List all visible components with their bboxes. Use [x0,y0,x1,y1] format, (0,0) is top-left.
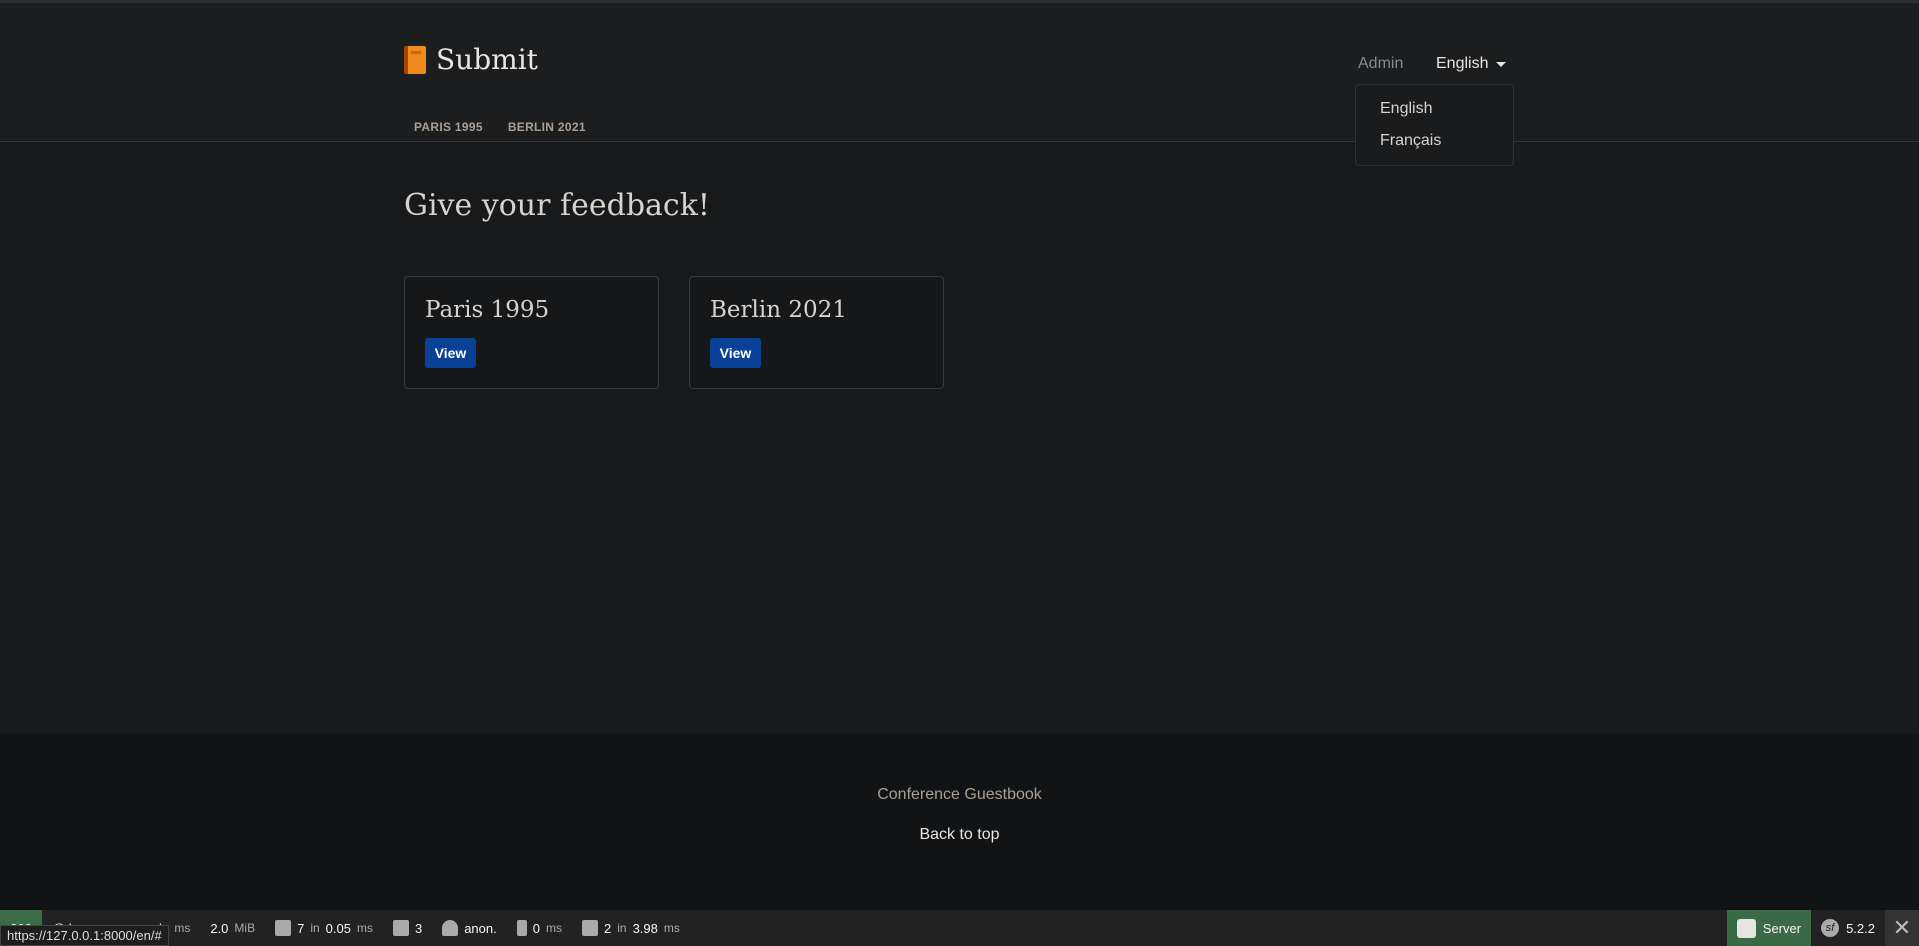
debug-toolbar: 200 @ homepage n/ams 2.0MiB 7in0.05ms 3 … [0,910,1919,946]
orange-book-icon [404,45,426,74]
symfony-logo-icon: sf [1821,919,1840,937]
translation-count: 3 [414,920,423,936]
toolbar-right: Server sf 5.2.2 ✕ [1726,910,1919,946]
memory-unit: MiB [234,921,256,935]
footer-site-name: Conference Guestbook [877,786,1042,803]
brand-link[interactable]: Submit [404,43,538,76]
translation-icon [392,920,409,936]
symfony-version-item[interactable]: sf 5.2.2 [1811,910,1885,946]
db-unit: ms [663,921,680,935]
database-item[interactable]: 2 in 3.98 ms [572,910,690,946]
translation-item[interactable]: 3 [383,910,432,946]
events-item[interactable]: 0 ms [507,910,572,946]
language-dropdown-toggle[interactable]: English [1436,55,1507,73]
server-label: Server [1762,920,1802,936]
version-label: 5.2.2 [1846,920,1875,936]
cache-unit: ms [356,921,373,935]
language-label: English [1436,55,1489,72]
conference-card: Paris 1995 View [404,276,659,389]
user-item[interactable]: anon. [432,910,507,946]
memory-value: 2.0 [210,920,229,936]
language-menu: English Français [1355,84,1514,166]
cache-in: in [310,921,320,935]
server-icon [1736,918,1756,938]
footer: Conference Guestbook Back to top [0,734,1919,910]
cache-count: 7 [297,920,305,936]
page-title: Give your feedback! [404,188,710,223]
events-time: 0 [532,920,540,936]
cache-item[interactable]: 7 in 0.05 ms [265,910,383,946]
language-option-french[interactable]: Français [1356,130,1513,162]
conference-nav: PARIS 1995 BERLIN 2021 [414,120,586,134]
admin-link[interactable]: Admin [1358,55,1403,73]
time-unit: ms [174,921,191,935]
language-option-english[interactable]: English [1356,98,1513,130]
nav-berlin-2021[interactable]: BERLIN 2021 [508,120,586,134]
view-button[interactable]: View [425,338,476,368]
memory-item[interactable]: 2.0 MiB [200,910,265,946]
view-button[interactable]: View [710,338,761,368]
brand-title: Submit [436,43,538,76]
db-count: 2 [603,920,612,936]
user-value: anon. [464,920,497,936]
url-status-tooltip: https://127.0.0.1:8000/en/# [0,925,169,946]
database-icon [581,920,598,936]
events-arrow-icon [516,920,527,936]
card-title: Paris 1995 [425,297,550,323]
card-title: Berlin 2021 [710,297,847,323]
user-icon [442,920,459,936]
db-in: in [617,921,627,935]
cache-time: 0.05 [325,920,351,936]
nav-paris-1995[interactable]: PARIS 1995 [414,120,483,134]
server-item[interactable]: Server [1726,910,1812,946]
close-toolbar-icon[interactable]: ✕ [1885,910,1919,946]
conference-card: Berlin 2021 View [689,276,944,389]
db-time: 3.98 [632,920,658,936]
header: Submit PARIS 1995 BERLIN 2021 Admin Engl… [0,3,1919,142]
caret-down-icon [1496,61,1507,67]
back-to-top-link[interactable]: Back to top [0,826,1919,844]
events-unit: ms [545,921,562,935]
layers-icon [275,920,292,936]
